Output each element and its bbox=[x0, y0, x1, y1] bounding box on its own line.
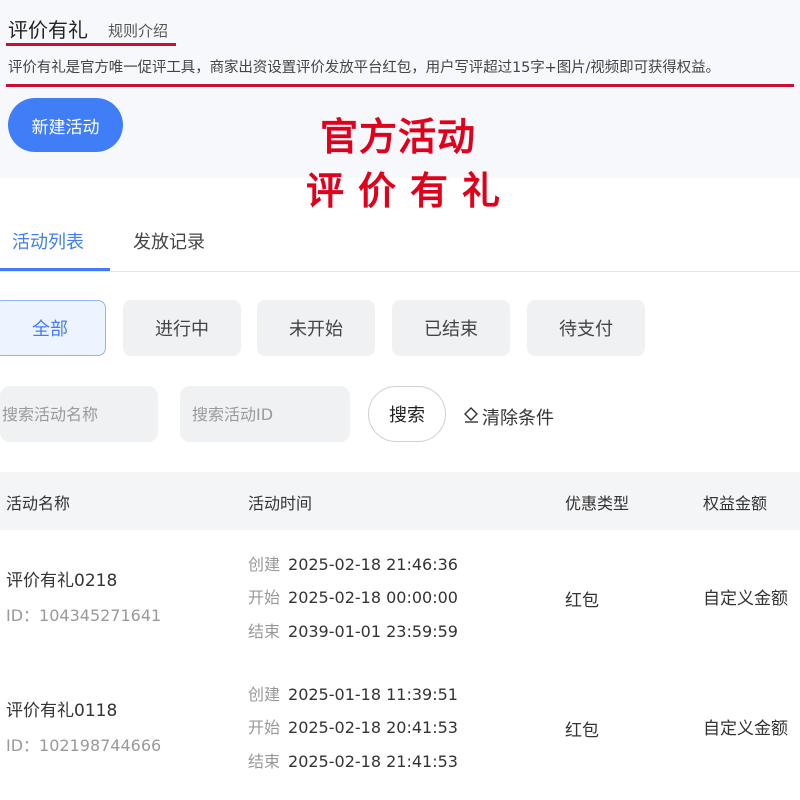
column-header-time: 活动时间 bbox=[248, 494, 313, 513]
annotation-underline-description bbox=[6, 84, 794, 87]
eraser-icon bbox=[462, 406, 482, 429]
start-value: 2025-02-18 00:00:00 bbox=[288, 588, 458, 607]
column-header-name: 活动名称 bbox=[6, 494, 71, 513]
tab-bar: 活动列表 发放记录 bbox=[0, 213, 800, 272]
activity-name: 评价有礼0118 bbox=[6, 701, 118, 721]
overlay-caption-line1: 官方活动 bbox=[320, 115, 477, 159]
created-value: 2025-02-18 21:46:36 bbox=[288, 555, 458, 574]
column-header-amount: 权益金额 bbox=[703, 494, 768, 513]
page-description: 评价有礼是官方唯一促评工具，商家出资设置评价发放平台红包，用户写评超过15字+图… bbox=[8, 60, 720, 76]
active-tab-indicator bbox=[0, 268, 110, 271]
created-time: 创建 2025-01-18 11:39:51 bbox=[248, 681, 458, 705]
activity-id: ID：104345271641 bbox=[6, 606, 162, 625]
overlay-caption-line2: 评价有礼 bbox=[306, 169, 515, 213]
start-value: 2025-02-18 20:41:53 bbox=[288, 718, 458, 737]
end-value: 2025-02-18 21:41:53 bbox=[288, 752, 458, 771]
filter-running[interactable]: 进行中 bbox=[123, 300, 241, 356]
tab-activity-list[interactable]: 活动列表 bbox=[12, 228, 84, 254]
search-name-input[interactable] bbox=[0, 386, 158, 442]
end-time: 结束 2025-02-18 21:41:53 bbox=[248, 748, 458, 772]
discount-type: 红包 bbox=[565, 591, 599, 611]
created-value: 2025-01-18 11:39:51 bbox=[288, 685, 458, 704]
search-button[interactable]: 搜索 bbox=[368, 386, 446, 442]
filter-pending-payment[interactable]: 待支付 bbox=[527, 300, 645, 356]
page-title: 评价有礼 bbox=[8, 18, 88, 42]
tab-issue-records[interactable]: 发放记录 bbox=[133, 228, 205, 254]
start-label: 开始 bbox=[248, 718, 281, 737]
activity-name: 评价有礼0218 bbox=[6, 571, 118, 591]
search-id-input[interactable] bbox=[180, 386, 350, 442]
end-label: 结束 bbox=[248, 752, 281, 771]
benefit-amount: 自定义金额 bbox=[703, 719, 788, 739]
end-value: 2039-01-01 23:59:59 bbox=[288, 622, 458, 641]
annotation-underline-title bbox=[6, 43, 176, 46]
start-time: 开始 2025-02-18 20:41:53 bbox=[248, 714, 458, 738]
filter-all[interactable]: 全部 bbox=[0, 300, 106, 356]
end-label: 结束 bbox=[248, 622, 281, 641]
benefit-amount: 自定义金额 bbox=[703, 589, 788, 609]
discount-type: 红包 bbox=[565, 721, 599, 741]
rules-link[interactable]: 规则介绍 bbox=[108, 20, 168, 41]
created-label: 创建 bbox=[248, 555, 281, 574]
start-label: 开始 bbox=[248, 588, 281, 607]
created-label: 创建 bbox=[248, 685, 281, 704]
start-time: 开始 2025-02-18 00:00:00 bbox=[248, 584, 458, 608]
clear-conditions-label: 清除条件 bbox=[482, 408, 554, 429]
new-activity-button[interactable]: 新建活动 bbox=[8, 98, 123, 152]
column-header-type: 优惠类型 bbox=[565, 494, 630, 513]
created-time: 创建 2025-02-18 21:46:36 bbox=[248, 551, 458, 575]
end-time: 结束 2039-01-01 23:59:59 bbox=[248, 618, 458, 642]
filter-not-started[interactable]: 未开始 bbox=[257, 300, 375, 356]
clear-conditions-button[interactable]: 清除条件 bbox=[462, 404, 554, 430]
filter-ended[interactable]: 已结束 bbox=[392, 300, 510, 356]
activity-id: ID：102198744666 bbox=[6, 736, 162, 755]
table-header: 活动名称 活动时间 优惠类型 权益金额 bbox=[0, 472, 800, 530]
